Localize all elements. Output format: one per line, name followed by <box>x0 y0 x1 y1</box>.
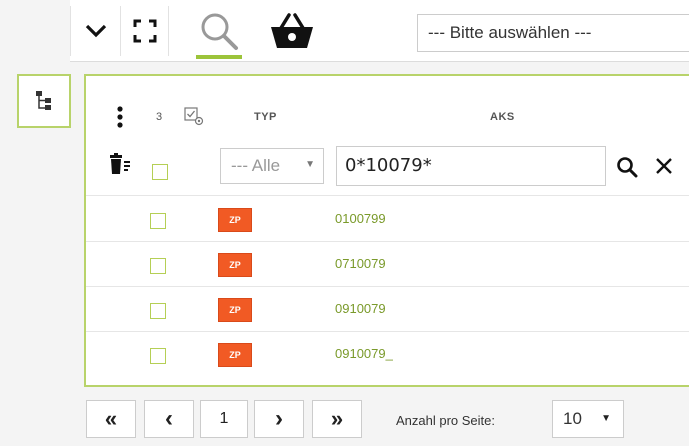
type-badge: ZP <box>218 208 252 232</box>
basket-button[interactable] <box>266 8 318 54</box>
double-chevron-left-icon: « <box>104 406 118 431</box>
close-icon <box>656 158 672 174</box>
chevron-down-icon <box>85 24 107 38</box>
column-header-typ[interactable]: TYP <box>254 111 277 123</box>
active-tab-indicator <box>196 55 242 59</box>
toolbar-divider <box>70 6 71 56</box>
tree-view-button[interactable] <box>17 74 71 128</box>
type-filter-select[interactable]: --- Alle ▼ <box>220 148 324 184</box>
category-select[interactable]: --- Bitte auswählen --- <box>417 14 689 52</box>
chevron-right-icon: › <box>275 405 283 432</box>
type-badge: ZP <box>218 343 252 367</box>
next-page-button[interactable]: › <box>254 400 304 438</box>
checklist-settings-icon <box>184 107 204 126</box>
chevron-left-icon: ‹ <box>165 405 173 432</box>
search-icon <box>201 13 238 50</box>
results-panel: 3 TYP AKS --- Alle ▼ 0*10079* ZP 0100799… <box>84 74 689 387</box>
row-checkbox[interactable] <box>150 303 166 319</box>
per-page-value: 10 <box>563 409 582 428</box>
search-button[interactable] <box>194 8 244 54</box>
column-menu-button[interactable] <box>116 106 124 131</box>
clear-aks-button[interactable] <box>654 156 674 181</box>
type-badge: ZP <box>218 298 252 322</box>
row-checkbox[interactable] <box>150 258 166 274</box>
clear-filters-button[interactable] <box>108 152 132 181</box>
column-header-aks[interactable]: AKS <box>490 111 515 123</box>
aks-link[interactable]: 0710079 <box>335 256 386 271</box>
search-icon <box>617 157 638 178</box>
filter-row: --- Alle ▼ 0*10079* <box>86 144 689 196</box>
current-page-number: 1 <box>219 410 229 427</box>
type-badge: ZP <box>218 253 252 277</box>
type-filter-value: --- Alle <box>231 156 281 175</box>
aks-link[interactable]: 0100799 <box>335 211 386 226</box>
aks-link[interactable]: 0910079 <box>335 301 386 316</box>
kebab-menu-icon <box>117 106 123 128</box>
prev-page-button[interactable]: ‹ <box>144 400 194 438</box>
dropdown-arrow-icon: ▼ <box>305 159 315 170</box>
aks-link[interactable]: 0910079_ <box>335 346 393 361</box>
double-chevron-right-icon: » <box>330 406 344 431</box>
table-row[interactable]: ZP 0910079_ <box>86 332 689 377</box>
apply-filter-button[interactable] <box>616 156 638 183</box>
fullscreen-icon <box>133 19 157 43</box>
aks-filter-input[interactable]: 0*10079* <box>336 146 606 186</box>
trash-filter-icon <box>110 153 130 174</box>
fullscreen-button[interactable] <box>124 8 166 54</box>
last-page-button[interactable]: » <box>312 400 362 438</box>
first-page-button[interactable]: « <box>86 400 136 438</box>
table-header: 3 TYP AKS <box>86 102 689 132</box>
row-checkbox[interactable] <box>150 213 166 229</box>
table-row[interactable]: ZP 0910079 <box>86 287 689 332</box>
table-row[interactable]: ZP 0100799 <box>86 197 689 242</box>
checklist-settings-button[interactable] <box>184 106 204 129</box>
current-page[interactable]: 1 <box>200 400 248 438</box>
selected-count: 3 <box>156 111 163 123</box>
toolbar-divider <box>168 6 169 56</box>
tree-structure-icon <box>36 91 51 110</box>
basket-icon <box>271 13 313 48</box>
toolbar-divider <box>120 6 121 56</box>
row-checkbox[interactable] <box>150 348 166 364</box>
dropdown-arrow-icon: ▼ <box>601 413 611 424</box>
select-all-checkbox[interactable] <box>152 164 168 180</box>
per-page-label: Anzahl pro Seite: <box>396 413 496 428</box>
table-row[interactable]: ZP 0710079 <box>86 242 689 287</box>
top-toolbar: --- Bitte auswählen --- <box>0 0 689 62</box>
per-page-select[interactable]: 10 ▼ <box>552 400 624 438</box>
collapse-button[interactable] <box>76 8 116 54</box>
